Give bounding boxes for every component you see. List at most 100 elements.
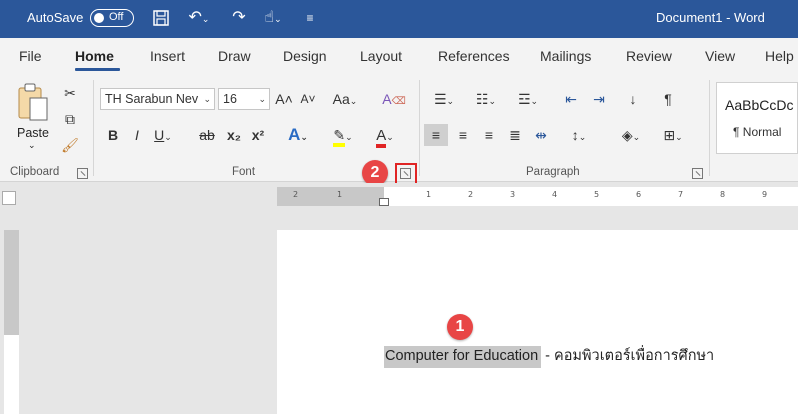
ruler-tick: 3 <box>510 190 516 199</box>
tab-references[interactable]: References <box>438 48 510 64</box>
cut-icon[interactable]: ✂ <box>60 82 80 104</box>
tab-home[interactable]: Home <box>75 48 114 64</box>
ruler-tick: 6 <box>636 190 642 199</box>
paste-dropdown-icon: ⌄ <box>28 140 36 150</box>
group-divider <box>709 80 710 176</box>
paste-button[interactable]: Paste ⌄ <box>12 78 54 156</box>
tab-mailings[interactable]: Mailings <box>540 48 591 64</box>
underline-button[interactable]: U⌄ <box>150 124 176 146</box>
redo-icon[interactable]: ↷ <box>228 6 250 30</box>
font-size-combo[interactable]: 16 ⌄ <box>218 88 270 110</box>
distributed-icon[interactable]: ⇹ <box>530 124 552 146</box>
line-spacing-button[interactable]: ↕⌄ <box>562 124 596 146</box>
bold-button[interactable]: B <box>104 124 122 146</box>
autosave-toggle[interactable]: Off <box>90 9 134 27</box>
sort-icon[interactable]: ↓ <box>622 88 644 110</box>
subscript-button[interactable]: x₂ <box>224 124 244 146</box>
styles-gallery[interactable]: AaBbCcDc ¶ Normal <box>716 82 798 154</box>
font-family-value: TH Sarabun Nev <box>105 92 199 106</box>
active-tab-indicator <box>75 68 120 71</box>
show-formatting-button[interactable]: ¶ <box>658 88 678 110</box>
vertical-ruler-body <box>4 335 19 414</box>
indent-marker-icon[interactable] <box>379 198 389 206</box>
clipboard-group-label: Clipboard <box>10 166 60 178</box>
bullets-button[interactable]: ☰⌄ <box>426 88 462 110</box>
ruler-tick: 8 <box>720 190 726 199</box>
group-divider <box>419 80 420 176</box>
shrink-font-button[interactable]: A˅ <box>298 88 318 110</box>
toggle-knob <box>94 13 104 23</box>
tab-design[interactable]: Design <box>283 48 327 64</box>
grow-font-button[interactable]: A˄ <box>274 88 294 110</box>
document-page[interactable]: Computer for Education - คอมพิวเตอร์เพื่… <box>277 230 798 414</box>
text-effects-button[interactable]: A⌄ <box>282 124 314 146</box>
tab-layout[interactable]: Layout <box>360 48 402 64</box>
format-painter-icon[interactable]: 🖌 <box>60 134 80 156</box>
tab-view[interactable]: View <box>705 48 735 64</box>
italic-button[interactable]: I <box>128 124 146 146</box>
save-icon[interactable] <box>150 6 172 30</box>
copy-icon[interactable]: ⧉ <box>60 108 80 130</box>
tab-selector-icon[interactable] <box>2 191 16 205</box>
group-divider <box>93 80 94 176</box>
ruler-row: 2 1 1 2 3 4 5 6 7 8 9 <box>0 183 798 211</box>
font-color-label: A <box>376 128 387 148</box>
paste-label: Paste <box>17 126 49 140</box>
font-group-label: Font <box>232 166 256 178</box>
ruler-tick: 2 <box>293 190 299 199</box>
ribbon-tabs: File Home Insert Draw Design Layout Refe… <box>0 38 798 74</box>
font-size-value: 16 <box>223 92 237 106</box>
thai-text: - คอมพิวเตอร์เพื่อการศึกษา <box>541 348 715 364</box>
tab-draw[interactable]: Draw <box>218 48 251 64</box>
text-effects-label: A <box>288 125 301 144</box>
document-text-line[interactable]: Computer for Education - คอมพิวเตอร์เพื่… <box>384 344 715 368</box>
touch-mode-icon[interactable]: ☝⌄ <box>258 6 288 30</box>
borders-button[interactable]: ⊞⌄ <box>656 124 690 146</box>
selected-text[interactable]: Computer for Education <box>384 346 542 368</box>
title-bar: AutoSave Off ↶⌄ ↷ ☝⌄ ≡ Document1 - Word <box>0 0 798 38</box>
style-normal-label: ¶ Normal <box>733 125 782 139</box>
ruler-tick: 4 <box>552 190 558 199</box>
ruler-tick: 1 <box>337 190 343 199</box>
paste-icon <box>18 83 48 121</box>
customize-toolbar-icon[interactable]: ≡ <box>302 6 318 30</box>
style-sample: AaBbCcDc <box>725 97 794 113</box>
vertical-ruler[interactable] <box>4 230 19 414</box>
launcher-highlight <box>395 163 417 185</box>
align-right-icon[interactable]: ≡ <box>478 124 500 146</box>
tab-file[interactable]: File <box>19 48 42 64</box>
clear-formatting-icon[interactable]: A⌫ <box>382 88 406 110</box>
tab-insert[interactable]: Insert <box>150 48 185 64</box>
ruler-tick: 7 <box>678 190 684 199</box>
shading-button[interactable]: ◈⌄ <box>614 124 648 146</box>
document-title: Document1 - Word <box>656 10 765 25</box>
align-left-icon[interactable]: ≡ <box>424 124 448 146</box>
change-case-button[interactable]: Aa⌄ <box>332 88 358 110</box>
chevron-down-icon: ⌄ <box>258 94 266 104</box>
font-color-button[interactable]: A⌄ <box>368 124 402 148</box>
ruler-tick: 5 <box>594 190 600 199</box>
autosave-label: AutoSave <box>27 10 84 25</box>
justify-icon[interactable]: ≣ <box>504 124 526 146</box>
superscript-button[interactable]: x² <box>248 124 268 146</box>
decrease-indent-icon[interactable]: ⇤ <box>560 88 582 110</box>
tab-review[interactable]: Review <box>626 48 672 64</box>
ruler-tick: 1 <box>426 190 432 199</box>
align-center-icon[interactable]: ≡ <box>452 124 474 146</box>
multilevel-list-button[interactable]: ☲⌄ <box>510 88 546 110</box>
undo-icon[interactable]: ↶⌄ <box>184 6 214 30</box>
change-case-label: Aa <box>332 91 350 107</box>
tab-help[interactable]: Help <box>765 48 794 64</box>
strikethrough-button[interactable]: ab <box>196 124 218 146</box>
ruler-tick: 2 <box>468 190 474 199</box>
ruler-tick: 9 <box>762 190 768 199</box>
paragraph-group-label: Paragraph <box>526 166 580 178</box>
numbering-button[interactable]: ☷⌄ <box>468 88 504 110</box>
increase-indent-icon[interactable]: ⇥ <box>588 88 610 110</box>
horizontal-ruler[interactable]: 2 1 1 2 3 4 5 6 7 8 9 <box>277 187 798 206</box>
clipboard-launcher-icon[interactable] <box>77 168 88 179</box>
paragraph-launcher-icon[interactable] <box>692 168 703 179</box>
highlight-color-button[interactable]: ✎⌄ <box>322 124 364 147</box>
callout-1: 1 <box>447 314 473 340</box>
font-family-combo[interactable]: TH Sarabun Nev ⌄ <box>100 88 215 110</box>
